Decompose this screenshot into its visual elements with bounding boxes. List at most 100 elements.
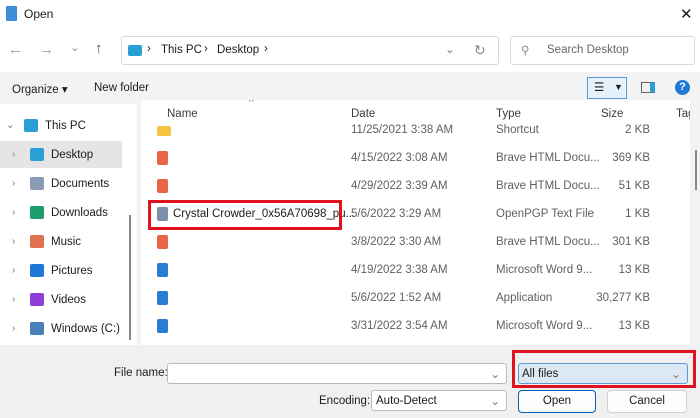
file-date: 4/19/2022 3:38 AM: [351, 264, 448, 276]
chevron-down-icon: ⌄: [490, 396, 500, 408]
file-row[interactable]: 4/19/2022 3:38 AM Microsoft Word 9... 13 K…: [141, 257, 690, 284]
this-pc-icon: [128, 45, 142, 56]
application-icon: [157, 291, 168, 305]
sidebar-item[interactable]: › Windows (C:): [0, 315, 122, 342]
open-button[interactable]: Open: [518, 390, 596, 413]
file-type: Application: [496, 292, 553, 304]
sidebar-item[interactable]: ⌄ This PC: [0, 112, 122, 139]
new-folder-button[interactable]: New folder: [94, 82, 149, 94]
recent-locations-button[interactable]: ⌄: [70, 40, 80, 54]
back-button[interactable]: ←: [8, 41, 23, 58]
chevron-right-icon[interactable]: ›: [12, 149, 24, 160]
search-placeholder: Search Desktop: [547, 44, 629, 56]
sidebar-item[interactable]: › Documents: [0, 170, 122, 197]
chevron-down-icon: ⌄: [490, 369, 500, 381]
folder-icon: [30, 235, 44, 248]
folder-icon: [30, 177, 44, 190]
file-name-input[interactable]: ⌄: [167, 363, 507, 384]
file-date: 11/25/2021 3:38 AM: [351, 124, 454, 136]
chevron-down-icon: ▼: [614, 82, 623, 92]
file-date: 4/29/2022 3:39 AM: [351, 180, 448, 192]
highlight-box: [148, 200, 342, 230]
details-view-icon: ☰: [594, 82, 605, 94]
sidebar-item-label: Downloads: [51, 206, 108, 219]
file-row[interactable]: 11/25/2021 3:38 AM Shortcut 2 KB: [141, 117, 690, 144]
sidebar-item[interactable]: › Music: [0, 228, 122, 255]
vertical-scrollbar[interactable]: [695, 150, 697, 190]
title-bar: Open ✕: [0, 0, 700, 30]
file-type: Brave HTML Docu...: [496, 152, 600, 164]
search-icon: ⚲: [521, 45, 530, 57]
window-title: Open: [24, 7, 54, 21]
sidebar-item-label: Pictures: [51, 264, 93, 277]
sidebar-scrollbar[interactable]: [129, 215, 131, 340]
sidebar-item-label: Videos: [51, 293, 86, 306]
close-button[interactable]: ✕: [680, 5, 693, 23]
file-size: 13 KB: [618, 264, 650, 276]
file-row[interactable]: 5/6/2022 1:52 AM Application 30,277 KB: [141, 285, 690, 312]
sidebar-item-label: Music: [51, 235, 82, 248]
brave-html-icon: [157, 235, 168, 249]
file-date: 4/15/2022 3:08 AM: [351, 152, 448, 164]
breadcrumb-desktop[interactable]: Desktop: [217, 44, 259, 56]
file-size: 369 KB: [612, 152, 650, 164]
chevron-right-icon[interactable]: ›: [12, 178, 24, 189]
folder-icon: [30, 293, 44, 306]
chevron-down-icon[interactable]: ⌄: [6, 120, 18, 131]
folder-icon: [30, 322, 44, 335]
word-doc-icon: [157, 319, 168, 333]
file-list: ^ Name Date Type Size Tags 11/25/2021 3:…: [141, 100, 690, 345]
address-bar[interactable]: › This PC › Desktop › ⌄ ↻: [121, 36, 499, 65]
file-size: 51 KB: [618, 180, 650, 192]
folder-icon: [24, 119, 38, 132]
file-size: 13 KB: [618, 320, 650, 332]
refresh-button[interactable]: ↻: [474, 42, 486, 59]
chevron-right-icon[interactable]: ›: [12, 323, 24, 334]
view-options-button[interactable]: ☰ ▼: [587, 77, 627, 99]
highlight-box: [512, 350, 696, 388]
chevron-right-icon[interactable]: ›: [12, 265, 24, 276]
chevron-right-icon[interactable]: ›: [12, 236, 24, 247]
file-date: 3/8/2022 3:30 AM: [351, 236, 442, 248]
chevron-right-icon[interactable]: ›: [12, 207, 24, 218]
organize-button[interactable]: Organize ▾: [12, 82, 68, 96]
sidebar-item[interactable]: › Pictures: [0, 257, 122, 284]
sidebar-item[interactable]: › Videos: [0, 286, 122, 313]
encoding-value: Auto-Detect: [376, 395, 437, 407]
chevron-right-icon[interactable]: ›: [12, 294, 24, 305]
forward-button[interactable]: →: [39, 41, 54, 58]
file-date: 5/6/2022 1:52 AM: [351, 292, 442, 304]
file-row[interactable]: 4/29/2022 3:39 AM Brave HTML Docu... 51 KB: [141, 173, 690, 200]
file-type: Shortcut: [496, 124, 539, 136]
search-input[interactable]: ⚲ Search Desktop: [510, 36, 695, 65]
folder-icon: [30, 264, 44, 277]
notepad-icon: [6, 6, 17, 21]
file-date: 3/31/2022 3:54 AM: [351, 320, 448, 332]
file-size: 1 KB: [625, 208, 650, 220]
file-row[interactable]: 4/15/2022 3:08 AM Brave HTML Docu... 369 K…: [141, 145, 690, 172]
address-dropdown-button[interactable]: ⌄: [445, 42, 455, 56]
brave-html-icon: [157, 151, 168, 165]
file-date: 5/6/2022 3:29 AM: [351, 208, 442, 220]
encoding-select[interactable]: Auto-Detect ⌄: [371, 390, 507, 411]
folder-icon: [30, 148, 44, 161]
sidebar-item[interactable]: › Downloads: [0, 199, 122, 226]
file-type: Brave HTML Docu...: [496, 236, 600, 248]
file-type: Microsoft Word 9...: [496, 320, 593, 332]
brave-html-icon: [157, 179, 168, 193]
file-row[interactable]: 3/31/2022 3:54 AM Microsoft Word 9... 13 K…: [141, 313, 690, 340]
help-button[interactable]: ?: [675, 80, 690, 95]
sidebar-item[interactable]: › Desktop: [0, 141, 122, 168]
breadcrumb-separator: ›: [264, 43, 268, 55]
file-size: 30,277 KB: [596, 292, 650, 304]
file-row[interactable]: 3/8/2022 3:30 AM Brave HTML Docu... 301 KB: [141, 229, 690, 256]
sidebar-item-label: This PC: [45, 119, 86, 132]
up-button[interactable]: ↑: [95, 40, 103, 57]
file-type: Brave HTML Docu...: [496, 180, 600, 192]
preview-pane-button[interactable]: [641, 82, 655, 93]
breadcrumb-this-pc[interactable]: This PC: [161, 44, 202, 56]
file-size: 2 KB: [625, 124, 650, 136]
file-type: OpenPGP Text File: [496, 208, 595, 220]
cancel-button[interactable]: Cancel: [607, 390, 687, 413]
navigation-pane: ⌄ This PC › Desktop › Documents › Downloads › Mus…: [0, 104, 137, 345]
